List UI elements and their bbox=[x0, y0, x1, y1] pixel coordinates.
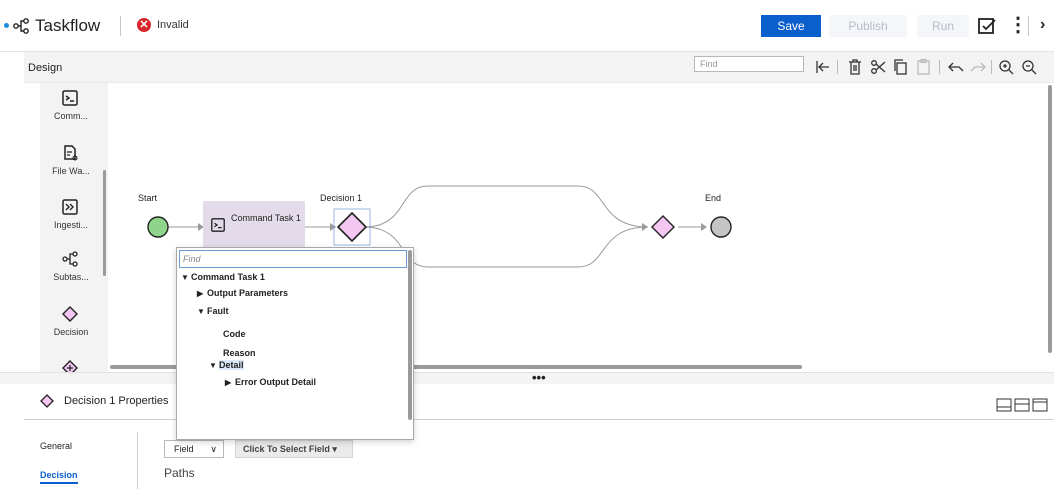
dropdown-scrollbar[interactable] bbox=[408, 250, 412, 420]
end-label: End bbox=[705, 193, 722, 203]
tree-node-label: Command Task 1 bbox=[191, 272, 265, 282]
scissors-icon[interactable] bbox=[869, 58, 887, 76]
field-type-value: Field bbox=[174, 444, 194, 454]
field-picker-find-input[interactable]: Find bbox=[179, 250, 407, 268]
caret-down-icon: ▼ bbox=[181, 273, 189, 282]
tree-node-label: Output Parameters bbox=[207, 288, 289, 298]
end-node[interactable] bbox=[710, 216, 732, 238]
status-text: Invalid bbox=[157, 19, 189, 31]
design-label: Design bbox=[28, 62, 63, 74]
toolbar-divider bbox=[939, 60, 940, 74]
chevron-down-icon: ∨ bbox=[210, 444, 217, 454]
caret-down-icon: ▼ bbox=[197, 307, 205, 316]
start-label: Start bbox=[138, 193, 158, 203]
command-icon bbox=[62, 90, 78, 106]
palette-item-ingestion[interactable]: Ingesti... bbox=[40, 198, 102, 248]
caret-right-icon: ▶ bbox=[197, 289, 204, 298]
palette-label: Subtas... bbox=[53, 272, 89, 282]
task-node-label: Command Task 1 bbox=[231, 213, 301, 223]
header-divider bbox=[120, 16, 121, 36]
app-header: Taskflow ✕ Invalid Save Publish Run ⋮ › bbox=[0, 0, 1054, 52]
taskflow-icon bbox=[13, 18, 29, 34]
tabs-divider bbox=[137, 432, 138, 489]
run-button[interactable]: Run bbox=[917, 15, 969, 37]
field-picker-dropdown: Find ▼ Command Task 1 ▶ Output Parameters … bbox=[176, 247, 414, 440]
zoom-out-icon[interactable] bbox=[1020, 58, 1038, 76]
design-toolbar: Design Find bbox=[24, 52, 1054, 82]
command-icon bbox=[211, 218, 225, 232]
palette-label: Ingesti... bbox=[53, 220, 89, 230]
collapse-left-icon[interactable] bbox=[814, 58, 832, 76]
invalid-status-icon: ✕ bbox=[137, 18, 151, 32]
asset-title: Taskflow bbox=[35, 16, 101, 35]
palette-label: Decision bbox=[53, 327, 89, 337]
parallel-paths-icon[interactable] bbox=[61, 359, 79, 373]
palette-item-subtask[interactable]: Subtas... bbox=[40, 250, 102, 300]
arrow-head bbox=[701, 223, 707, 231]
tree-node-output-parameters[interactable]: ▶ Output Parameters bbox=[197, 288, 288, 298]
tree-node-label: Error Output Detail bbox=[235, 377, 317, 387]
save-button[interactable]: Save bbox=[761, 15, 821, 37]
file-watch-icon bbox=[64, 145, 78, 161]
decision-icon bbox=[62, 306, 78, 322]
close-icon[interactable]: › bbox=[1040, 16, 1045, 34]
paste-icon[interactable] bbox=[915, 58, 933, 76]
palette-item-command[interactable]: Comm... bbox=[40, 89, 102, 139]
undo-icon[interactable] bbox=[947, 58, 965, 76]
arrow-head bbox=[330, 223, 336, 231]
ingestion-icon bbox=[62, 199, 78, 215]
tree-node-label: Fault bbox=[207, 306, 229, 316]
splitter-handle-icon[interactable]: ••• bbox=[532, 371, 546, 384]
toolbar-divider bbox=[991, 60, 992, 74]
decision-icon bbox=[40, 394, 54, 408]
tree-node-reason[interactable]: Reason bbox=[223, 348, 256, 358]
tab-decision[interactable]: Decision bbox=[40, 470, 78, 484]
header-divider-2 bbox=[1028, 16, 1029, 36]
caret-down-icon: ▼ bbox=[209, 361, 217, 370]
field-type-select[interactable]: Field ∨ bbox=[164, 440, 224, 458]
copy-icon[interactable] bbox=[892, 58, 910, 76]
palette-label: Comm... bbox=[53, 111, 88, 121]
tree-node-label: Detail bbox=[219, 360, 244, 370]
tree-node-fault[interactable]: ▼ Fault bbox=[197, 306, 229, 316]
trash-icon[interactable] bbox=[846, 58, 864, 76]
unsaved-indicator-dot bbox=[4, 23, 9, 28]
step-palette: Comm... File Wa... Ingesti... Subtas... … bbox=[40, 83, 108, 373]
publish-button[interactable]: Publish bbox=[829, 15, 907, 37]
paths-label: Paths bbox=[164, 466, 195, 480]
decision-label: Decision 1 bbox=[320, 193, 363, 203]
zoom-in-icon[interactable] bbox=[997, 58, 1015, 76]
arrow-head bbox=[642, 223, 648, 231]
subtask-icon bbox=[62, 251, 78, 267]
tree-node-label: Reason bbox=[223, 348, 256, 358]
toolbar-divider bbox=[837, 60, 838, 74]
palette-scrollbar[interactable] bbox=[103, 170, 106, 276]
tree-node-command-task[interactable]: ▼ Command Task 1 bbox=[181, 272, 265, 282]
tab-general[interactable]: General bbox=[40, 441, 72, 451]
start-node[interactable] bbox=[147, 216, 169, 238]
canvas-vertical-scrollbar[interactable] bbox=[1048, 85, 1052, 353]
command-task-node[interactable]: Command Task 1 bbox=[203, 201, 305, 247]
tree-node-label: Code bbox=[223, 329, 246, 339]
panel-splitter[interactable] bbox=[0, 372, 1054, 384]
panel-layout-icons[interactable] bbox=[996, 398, 1050, 412]
select-field-button[interactable]: Click To Select Field ▾ bbox=[235, 440, 353, 458]
caret-right-icon: ▶ bbox=[225, 378, 232, 387]
tree-node-error-output-detail[interactable]: ▶ Error Output Detail bbox=[225, 377, 316, 387]
palette-item-file-watch[interactable]: File Wa... bbox=[40, 144, 102, 194]
more-actions-icon[interactable]: ⋮ bbox=[1008, 14, 1028, 36]
merge-node[interactable] bbox=[651, 215, 675, 239]
tree-node-code[interactable]: Code bbox=[223, 329, 246, 339]
properties-title: Decision 1 Properties bbox=[64, 395, 169, 407]
palette-item-decision[interactable]: Decision bbox=[40, 305, 102, 355]
decision-node[interactable] bbox=[336, 211, 368, 243]
decision-path-upper bbox=[363, 185, 649, 228]
tree-node-detail[interactable]: ▼ Detail bbox=[209, 360, 244, 370]
palette-label: File Wa... bbox=[52, 166, 90, 176]
validate-icon[interactable] bbox=[977, 15, 997, 37]
redo-icon[interactable] bbox=[969, 58, 987, 76]
canvas-find-input[interactable]: Find bbox=[694, 56, 804, 72]
